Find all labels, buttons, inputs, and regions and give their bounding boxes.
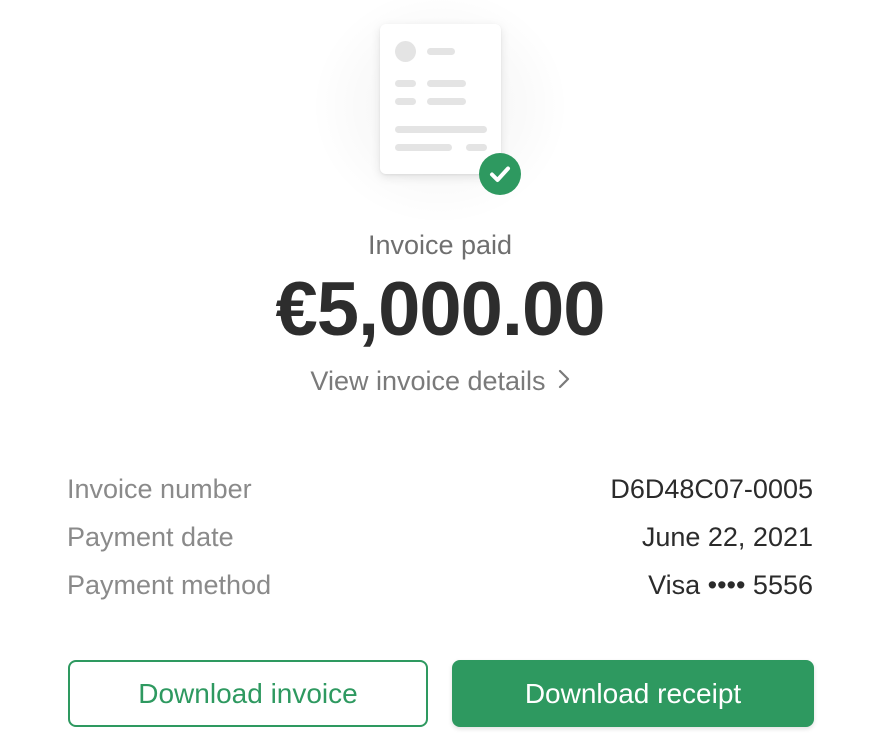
- info-row-invoice-number: Invoice number D6D48C07-0005: [67, 474, 813, 522]
- invoice-illustration: [0, 0, 880, 230]
- info-label: Payment date: [67, 522, 234, 552]
- download-invoice-button[interactable]: Download invoice: [68, 660, 428, 727]
- payment-status-label: Invoice paid: [367, 230, 513, 260]
- view-invoice-details-link[interactable]: View invoice details: [0, 366, 880, 397]
- check-icon: [479, 153, 521, 195]
- text-placeholder: [427, 98, 466, 105]
- info-value: June 22, 2021: [641, 522, 813, 552]
- avatar-placeholder: [395, 41, 416, 62]
- invoice-document-icon: [380, 24, 501, 174]
- download-receipt-button[interactable]: Download receipt: [452, 660, 814, 727]
- text-placeholder: [395, 80, 416, 87]
- text-placeholder: [427, 80, 466, 87]
- download-invoice-label: Download invoice: [138, 677, 358, 709]
- chevron-right-icon: [558, 365, 570, 396]
- invoice-amount: €5,000.00: [275, 267, 605, 352]
- text-placeholder: [427, 48, 455, 55]
- download-receipt-label: Download receipt: [524, 677, 742, 709]
- text-placeholder: [395, 144, 452, 151]
- text-placeholder: [466, 144, 487, 151]
- info-label: Invoice number: [67, 474, 252, 504]
- info-row-payment-date: Payment date June 22, 2021: [67, 522, 813, 570]
- info-row-payment-method: Payment method Visa •••• 5556: [67, 570, 813, 618]
- invoice-info-table: Invoice number D6D48C07-0005 Payment dat…: [67, 474, 813, 618]
- info-value: Visa •••• 5556: [648, 570, 813, 600]
- info-label: Payment method: [67, 570, 272, 600]
- info-value: D6D48C07-0005: [610, 474, 813, 504]
- text-placeholder: [395, 98, 416, 105]
- text-placeholder: [395, 126, 487, 133]
- view-invoice-details-label: View invoice details: [310, 366, 546, 396]
